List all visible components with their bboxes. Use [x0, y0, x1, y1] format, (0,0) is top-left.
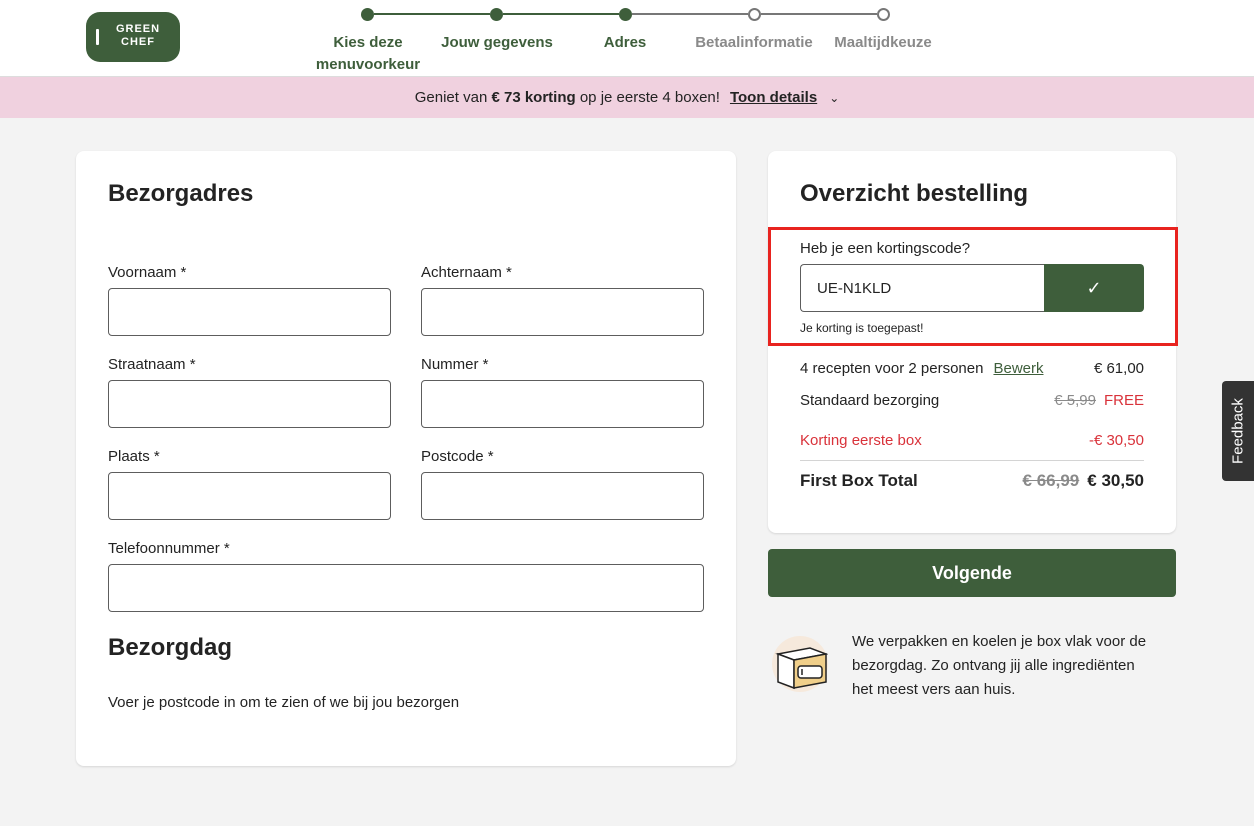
step-label-meals: Maaltijdkeuze — [834, 34, 932, 51]
step-dot-details — [490, 8, 503, 21]
first-name-label: Voornaam * — [108, 264, 187, 281]
delivery-day-title: Bezorgdag — [108, 634, 233, 661]
discount-label: Korting eerste box — [800, 432, 922, 449]
edit-link[interactable]: Bewerk — [993, 360, 1043, 377]
step-label-details[interactable]: Jouw gegevens — [436, 32, 558, 54]
promo-amount: € 73 korting — [491, 89, 576, 106]
coupon-applied-message: Je korting is toegepast! — [800, 321, 924, 335]
shipping-label: Standaard bezorging — [800, 392, 940, 409]
coupon-input[interactable] — [800, 264, 1046, 312]
coupon-question: Heb je een kortingscode? — [800, 240, 971, 257]
summary-divider — [800, 460, 1144, 461]
step-line-2 — [503, 13, 619, 15]
first-name-input[interactable] — [108, 288, 391, 336]
recipes-label: 4 recepten voor 2 personen — [800, 360, 984, 377]
feedback-label: Feedback — [1229, 398, 1247, 464]
step-line-1 — [374, 13, 490, 15]
street-label: Straatnaam * — [108, 356, 196, 373]
feedback-tab[interactable]: Feedback — [1222, 381, 1254, 481]
promo-prefix: Geniet van — [414, 89, 488, 106]
step-label-payment: Betaalinformatie — [695, 34, 813, 51]
step-label-menu[interactable]: Kies deze menuvoorkeur — [308, 32, 428, 76]
step-line-4 — [761, 13, 877, 15]
logo-bar-icon — [96, 29, 99, 45]
discount-row: Korting eerste box -€ 30,50 — [800, 432, 1144, 449]
promo-suffix: op je eerste 4 boxen! — [579, 89, 720, 106]
number-label: Nummer * — [421, 356, 489, 373]
city-label: Plaats * — [108, 448, 160, 465]
phone-input[interactable] — [108, 564, 704, 612]
step-dot-payment — [748, 8, 761, 21]
show-details-link[interactable]: Toon details — [730, 89, 817, 106]
logo-text: GREEN CHEF — [115, 23, 161, 48]
total-price: € 30,50 — [1087, 471, 1144, 490]
shipping-row: Standaard bezorging € 5,99 FREE — [800, 392, 1144, 409]
discount-price: -€ 30,50 — [1088, 432, 1144, 449]
checkmark-icon: ✓ — [1086, 277, 1102, 298]
summary-title: Overzicht bestelling — [800, 180, 1029, 207]
shipping-old-price: € 5,99 — [1054, 392, 1096, 409]
postcode-label: Postcode * — [421, 448, 494, 465]
chevron-down-icon[interactable]: ⌄ — [829, 91, 839, 105]
total-old-price: € 66,99 — [1022, 471, 1080, 490]
packaging-info: We verpakken en koelen je box vlak voor … — [852, 633, 1147, 698]
coupon-apply-button[interactable]: ✓ — [1044, 264, 1144, 312]
green-chef-logo[interactable]: GREEN CHEF — [86, 12, 180, 62]
shipping-price: FREE — [1103, 392, 1144, 409]
step-dot-meals — [877, 8, 890, 21]
step-line-3 — [632, 13, 748, 15]
step-dot-menu — [361, 8, 374, 21]
total-row: First Box Total € 66,99 € 30,50 — [800, 471, 1144, 491]
last-name-input[interactable] — [421, 288, 704, 336]
city-input[interactable] — [108, 472, 391, 520]
street-input[interactable] — [108, 380, 391, 428]
address-card — [76, 151, 736, 766]
number-input[interactable] — [421, 380, 704, 428]
delivery-day-note: Voer je postcode in om te zien of we bij… — [108, 694, 460, 711]
header: GREEN CHEF Kies deze menuvoorkeur Jouw g… — [0, 0, 1254, 77]
last-name-label: Achternaam * — [421, 264, 512, 281]
address-title: Bezorgadres — [108, 180, 254, 207]
promo-banner: Geniet van € 73 korting op je eerste 4 b… — [0, 77, 1254, 118]
box-icon — [772, 636, 829, 692]
total-label: First Box Total — [800, 471, 918, 490]
recipes-row: 4 recepten voor 2 personen Bewerk € 61,0… — [800, 360, 1144, 377]
next-button[interactable]: Volgende — [768, 549, 1176, 597]
recipes-price: € 61,00 — [1093, 360, 1144, 377]
step-label-address[interactable]: Adres — [565, 32, 685, 54]
step-dot-address — [619, 8, 632, 21]
postcode-input[interactable] — [421, 472, 704, 520]
phone-label: Telefoonnummer * — [108, 540, 230, 557]
